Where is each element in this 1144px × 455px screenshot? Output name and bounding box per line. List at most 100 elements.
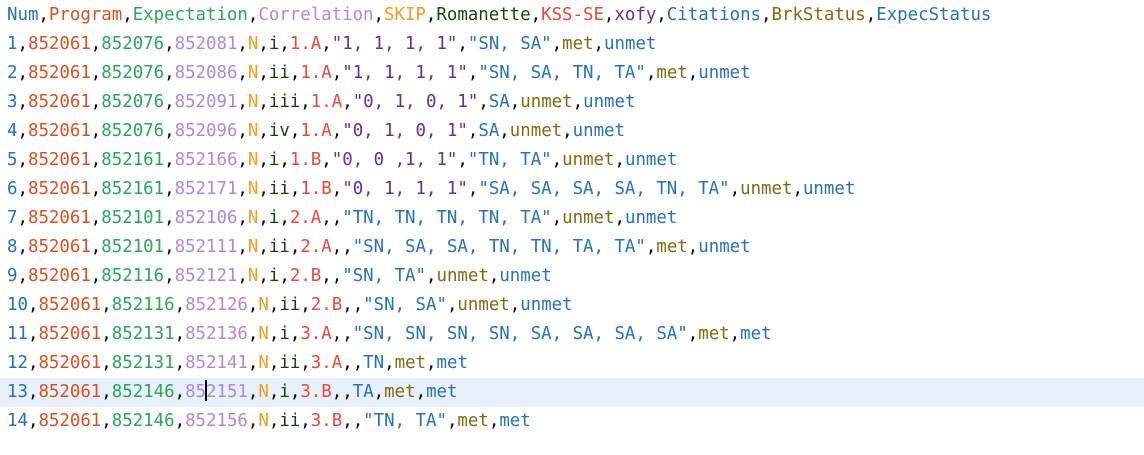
csv-cell: unmet [457,295,510,315]
csv-cell: "TN, TA" [363,411,447,431]
field-separator: , [509,295,521,315]
csv-header-line[interactable]: Num,Program,Expectation,Correlation,SKIP… [0,1,1144,30]
csv-data-line[interactable]: 4,852061,852076,852096,N,iv,1.A,"0, 1, 0… [0,117,1144,146]
field-separator: , [687,237,699,257]
field-separator: , [551,150,563,170]
csv-cell: 9 [7,266,18,286]
csv-data-line[interactable]: 6,852061,852161,852171,N,ii,1.B,"0, 1, 1… [0,175,1144,204]
field-separator: , [300,295,311,315]
csv-cell: "0, 1, 1, 1" [342,179,468,199]
csv-cell: 852121 [174,266,238,286]
field-separator: , [258,92,269,112]
field-separator: , [247,295,259,315]
field-separator: , [174,295,186,315]
csv-cell: met [656,63,688,83]
field-separator: , [101,324,112,344]
field-separator: , [488,266,500,286]
csv-cell: met [562,34,594,54]
csv-cell: 2.B [310,295,343,315]
csv-data-line[interactable]: 14,852061,852146,852156,N,ii,3.B,,"TN, T… [0,407,1144,436]
csv-header-cell: BrkStatus [771,5,866,25]
field-separator: , [342,411,353,431]
field-separator: , [90,150,102,170]
csv-cell: "0, 1, 0, 1" [352,92,479,112]
field-separator: , [279,266,290,286]
field-separator: , [247,382,259,402]
csv-cell: 7 [7,208,18,228]
csv-cell: ii [268,63,290,83]
csv-cell: unmet [698,63,751,83]
field-separator: , [164,34,175,54]
csv-header-cell: Program [48,5,123,25]
field-separator: , [237,266,248,286]
csv-editor[interactable]: Num,Program,Expectation,Correlation,SKIP… [0,0,1144,455]
csv-data-line[interactable]: 3,852061,852076,852091,N,iii,1.A,"0, 1, … [0,88,1144,117]
csv-cell: ii [279,353,301,373]
field-separator: , [237,150,248,170]
csv-cell: 852171 [174,179,238,199]
field-separator: , [530,5,542,25]
csv-cell: 852061 [27,121,91,141]
csv-cell: "SN, SA, SA, TN, TN, TA, TA" [352,237,646,257]
csv-cell: 1.B [300,179,332,199]
csv-cell: 8 [7,237,18,257]
csv-cell: met [457,411,489,431]
csv-cell: 1.B [289,150,322,170]
csv-header-cell: SKIP [384,5,426,25]
csv-cell: SA [488,92,510,112]
field-separator: , [656,5,667,25]
field-separator: , [342,324,353,344]
field-separator: , [174,353,186,373]
csv-cell: 3.B [310,411,343,431]
csv-data-line[interactable]: 2,852061,852076,852086,N,ii,1.A,"1, 1, 1… [0,59,1144,88]
field-separator: , [331,324,343,344]
csv-data-line[interactable]: 8,852061,852101,852111,N,ii,2.A,,"SN, SA… [0,233,1144,262]
csv-data-line[interactable]: 12,852061,852131,852141,N,ii,3.A,,TN,met… [0,349,1144,378]
csv-data-line[interactable]: 10,852061,852116,852126,N,ii,2.B,,"SN, S… [0,291,1144,320]
csv-data-line[interactable]: 11,852061,852131,852136,N,i,3.A,,"SN, SN… [0,320,1144,349]
field-separator: , [268,324,280,344]
field-separator: , [467,179,479,199]
csv-cell: unmet [562,208,615,228]
field-separator: , [90,266,102,286]
csv-cell: 1.A [310,92,343,112]
field-separator: , [17,208,28,228]
field-separator: , [164,179,175,199]
csv-cell: 852166 [174,150,238,170]
editor-lines: Num,Program,Expectation,Correlation,SKIP… [0,0,1144,436]
csv-cell: N [258,382,269,402]
field-separator: , [614,150,625,170]
field-separator: , [27,353,39,373]
field-separator: , [300,92,311,112]
csv-cell: 1.A [300,63,332,83]
csv-cell: N [247,266,259,286]
csv-cell: met [740,324,772,344]
field-separator: , [268,295,280,315]
csv-data-line[interactable]: 9,852061,852116,852121,N,i,2.B,,"SN, TA"… [0,262,1144,291]
field-separator: , [90,208,102,228]
field-separator: , [331,121,343,141]
csv-cell: 852076 [101,92,165,112]
field-separator: , [247,353,259,373]
csv-cell: i [268,150,280,170]
field-separator: , [164,237,175,257]
csv-cell: 2 [7,63,18,83]
field-separator: , [90,121,102,141]
field-separator: , [279,208,290,228]
field-separator: , [729,324,741,344]
field-separator: , [321,150,332,170]
csv-data-line[interactable]: 13,852061,852146,852151,N,i,3.B,,TA,met,… [0,378,1144,407]
csv-cell: TA [352,382,374,402]
csv-cell: met [499,411,531,431]
field-separator: , [614,208,625,228]
field-separator: , [258,266,269,286]
field-separator: , [551,34,563,54]
field-separator: , [645,237,657,257]
csv-data-line[interactable]: 1,852061,852076,852081,N,i,1.A,"1, 1, 1,… [0,30,1144,59]
csv-data-line[interactable]: 5,852061,852161,852166,N,i,1.B,"0, 0 ,1,… [0,146,1144,175]
field-separator: , [279,34,290,54]
field-separator: , [17,179,28,199]
field-separator: , [425,5,437,25]
csv-data-line[interactable]: 7,852061,852101,852106,N,i,2.A,,"TN, TN,… [0,204,1144,233]
field-separator: , [237,34,248,54]
